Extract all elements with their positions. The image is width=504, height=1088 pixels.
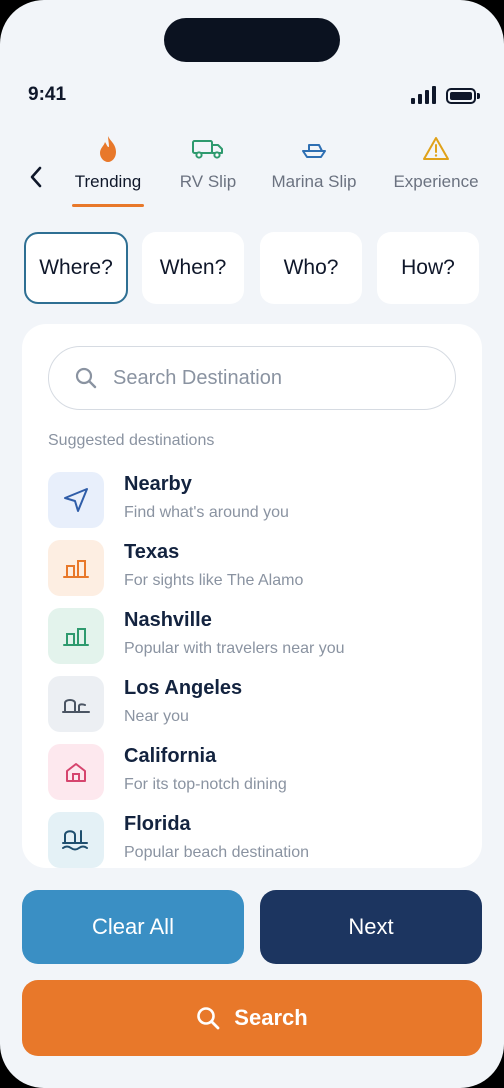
chevron-left-icon bbox=[30, 166, 42, 188]
next-button[interactable]: Next bbox=[260, 890, 482, 964]
destination-desc: Popular beach destination bbox=[124, 844, 310, 861]
clear-all-button[interactable]: Clear All bbox=[22, 890, 244, 964]
signal-icon bbox=[411, 86, 436, 104]
search-icon bbox=[75, 367, 97, 389]
destination-item-nearby[interactable]: Nearby Find what's around you bbox=[48, 472, 468, 530]
battery-icon bbox=[446, 88, 480, 104]
category-tabs: Trending RV Slip Marina Slip Experience bbox=[60, 132, 490, 210]
search-button-label: Search bbox=[234, 1005, 308, 1030]
active-tab-indicator bbox=[72, 204, 144, 207]
dynamic-island bbox=[164, 18, 340, 62]
step-how[interactable]: How? bbox=[377, 232, 479, 304]
status-time: 9:41 bbox=[28, 84, 67, 105]
tab-label: Trending bbox=[74, 172, 142, 191]
destination-item-nashville[interactable]: Nashville Popular with travelers near yo… bbox=[48, 608, 468, 666]
destination-name: Nashville bbox=[124, 609, 212, 631]
destination-desc: For its top-notch dining bbox=[124, 776, 287, 793]
tab-experience[interactable]: Experience bbox=[390, 132, 482, 192]
tab-marina-slip[interactable]: Marina Slip bbox=[268, 132, 360, 192]
buildings-icon bbox=[48, 608, 104, 664]
navigation-arrow-icon bbox=[48, 472, 104, 528]
step-who[interactable]: Who? bbox=[260, 232, 362, 304]
suggested-heading: Suggested destinations bbox=[48, 432, 215, 449]
truck-icon bbox=[191, 132, 225, 166]
search-button[interactable]: Search bbox=[22, 980, 482, 1056]
house-icon bbox=[48, 744, 104, 800]
destination-desc: Find what's around you bbox=[124, 504, 289, 521]
destination-name: California bbox=[124, 745, 217, 767]
destination-item-texas[interactable]: Texas For sights like The Alamo bbox=[48, 540, 468, 598]
destination-desc: For sights like The Alamo bbox=[124, 572, 304, 589]
destination-name: Nearby bbox=[124, 473, 192, 495]
step-when[interactable]: When? bbox=[142, 232, 244, 304]
destination-item-california[interactable]: California For its top-notch dining bbox=[48, 744, 468, 802]
status-icons bbox=[411, 86, 480, 104]
boat-icon bbox=[300, 132, 328, 166]
destination-name: Texas bbox=[124, 541, 180, 563]
flame-icon bbox=[97, 132, 119, 166]
search-input[interactable]: Search Destination bbox=[48, 346, 456, 410]
destination-desc: Popular with travelers near you bbox=[124, 640, 345, 657]
buildings-icon bbox=[48, 540, 104, 596]
tab-trending[interactable]: Trending bbox=[72, 132, 144, 192]
warning-icon bbox=[422, 132, 450, 166]
step-where[interactable]: Where? bbox=[24, 232, 128, 304]
destination-card: Search Destination Suggested destination… bbox=[22, 324, 482, 868]
destination-name: Los Angeles bbox=[124, 677, 243, 699]
beach-icon bbox=[48, 812, 104, 868]
back-button[interactable] bbox=[22, 162, 50, 192]
tab-rv-slip[interactable]: RV Slip bbox=[170, 132, 246, 192]
search-placeholder: Search Destination bbox=[113, 366, 282, 389]
destination-name: Florida bbox=[124, 813, 191, 835]
destination-item-florida[interactable]: Florida Popular beach destination bbox=[48, 812, 468, 868]
search-icon bbox=[196, 1006, 220, 1030]
destination-desc: Near you bbox=[124, 708, 189, 725]
destination-item-los-angeles[interactable]: Los Angeles Near you bbox=[48, 676, 468, 734]
tab-label: Marina Slip bbox=[271, 172, 357, 191]
tab-label: RV Slip bbox=[179, 172, 237, 191]
landmark-icon bbox=[48, 676, 104, 732]
tab-label: Experience bbox=[393, 172, 479, 191]
phone-screen: 9:41 Trending RV Slip Marina Slip Experi… bbox=[0, 0, 504, 1088]
